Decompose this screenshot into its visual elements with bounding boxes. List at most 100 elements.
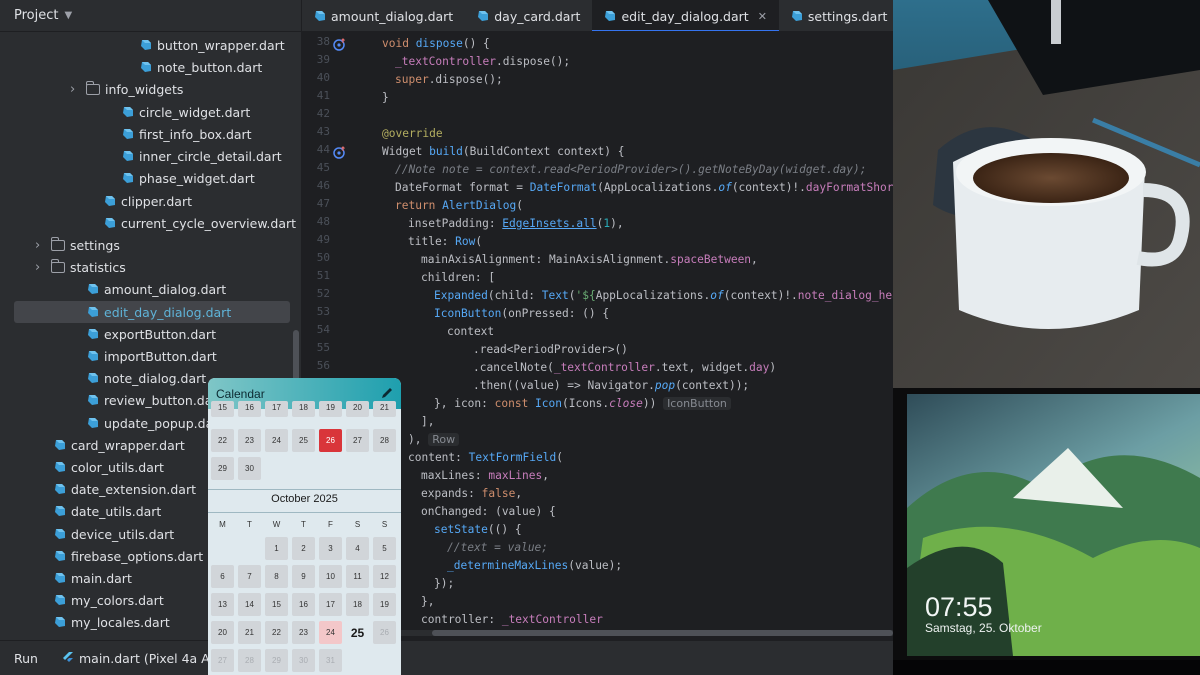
- calendar-day[interactable]: 18: [292, 401, 315, 417]
- tree-file-item[interactable]: device_utils.dart: [54, 523, 174, 545]
- calendar-day[interactable]: 24: [319, 621, 342, 644]
- calendar-day[interactable]: 17: [265, 401, 288, 417]
- tab-edit-day-dialog[interactable]: edit_day_dialog.dart ✕: [592, 0, 780, 31]
- calendar-day[interactable]: 22: [211, 429, 234, 452]
- tree-file-item[interactable]: edit_day_dialog.dart: [14, 301, 290, 323]
- edit-pencil-icon[interactable]: [381, 387, 393, 399]
- calendar-day[interactable]: 26: [319, 429, 342, 452]
- tree-file-item[interactable]: amount_dialog.dart: [87, 278, 226, 300]
- calendar-day[interactable]: 21: [373, 401, 396, 417]
- calendar-day[interactable]: 18: [346, 593, 369, 616]
- calendar-day[interactable]: 9: [292, 565, 315, 588]
- calendar-day[interactable]: 27: [346, 429, 369, 452]
- chevron-right-icon[interactable]: ›: [35, 260, 47, 275]
- run-tab[interactable]: Run: [0, 651, 62, 666]
- tree-file-item[interactable]: my_locales.dart: [54, 611, 170, 633]
- calendar-day[interactable]: 27: [211, 649, 234, 672]
- calendar-day[interactable]: 12: [373, 565, 396, 588]
- calendar-day[interactable]: 23: [238, 429, 261, 452]
- tree-file-item[interactable]: current_cycle_overview.dart: [104, 212, 296, 234]
- calendar-day[interactable]: 22: [265, 621, 288, 644]
- tree-file-item[interactable]: phase_widget.dart: [122, 167, 255, 189]
- calendar-day[interactable]: 25: [346, 621, 369, 644]
- tree-file-item[interactable]: date_extension.dart: [54, 478, 196, 500]
- tab-amount-dialog[interactable]: amount_dialog.dart: [302, 0, 465, 31]
- tree-file-item[interactable]: circle_widget.dart: [122, 101, 250, 123]
- inlay-hint-row: Row: [428, 433, 460, 446]
- calendar-day[interactable]: 30: [238, 457, 261, 480]
- calendar-day[interactable]: 3: [319, 537, 342, 560]
- tree-file-item[interactable]: firebase_options.dart: [54, 545, 203, 567]
- calendar-day[interactable]: 2: [292, 537, 315, 560]
- tree-item-label: exportButton.dart: [104, 326, 216, 342]
- code-line: children: [: [421, 271, 496, 284]
- tab-settings[interactable]: settings.dart: [779, 0, 893, 31]
- tree-file-item[interactable]: update_popup.dart: [87, 412, 223, 434]
- tree-folder-item[interactable]: › info_widgets: [70, 78, 183, 100]
- calendar-day[interactable]: 17: [319, 593, 342, 616]
- calendar-day[interactable]: 29: [211, 457, 234, 480]
- calendar-day[interactable]: 4: [346, 537, 369, 560]
- calendar-day[interactable]: 6: [211, 565, 234, 588]
- tree-folder-item[interactable]: › statistics: [35, 256, 126, 278]
- tree-file-item[interactable]: note_button.dart: [140, 56, 262, 78]
- calendar-day[interactable]: 24: [265, 429, 288, 452]
- calendar-day[interactable]: 14: [238, 593, 261, 616]
- tree-file-item[interactable]: main.dart: [54, 567, 132, 589]
- tree-file-item[interactable]: color_utils.dart: [54, 456, 164, 478]
- code-line: _textController.dispose();: [395, 55, 571, 68]
- calendar-day[interactable]: 11: [346, 565, 369, 588]
- calendar-day[interactable]: 21: [238, 621, 261, 644]
- calendar-day[interactable]: 10: [319, 565, 342, 588]
- chevron-right-icon[interactable]: ›: [35, 238, 47, 253]
- calendar-day[interactable]: 15: [265, 593, 288, 616]
- calendar-day[interactable]: 25: [292, 429, 315, 452]
- calendar-day[interactable]: 16: [238, 401, 261, 417]
- calendar-day[interactable]: 19: [373, 593, 396, 616]
- project-panel-header[interactable]: Project ▼: [0, 0, 301, 32]
- dart-file-icon: [122, 106, 134, 118]
- chevron-right-icon[interactable]: ›: [70, 82, 82, 97]
- calendar-day[interactable]: 20: [211, 621, 234, 644]
- calendar-day[interactable]: 23: [292, 621, 315, 644]
- calendar-day[interactable]: 5: [373, 537, 396, 560]
- calendar-day[interactable]: 20: [346, 401, 369, 417]
- chevron-down-icon[interactable]: ▼: [64, 10, 72, 21]
- dart-file-icon: [87, 328, 99, 340]
- calendar-day[interactable]: 28: [238, 649, 261, 672]
- code-line: //Note note = context.read<PeriodProvide…: [395, 163, 867, 176]
- tab-day-card[interactable]: day_card.dart: [465, 0, 592, 31]
- calendar-day[interactable]: 26: [373, 621, 396, 644]
- tree-file-item[interactable]: my_colors.dart: [54, 589, 164, 611]
- tree-file-item[interactable]: date_utils.dart: [54, 500, 161, 522]
- inlay-hint-iconbutton: IconButton: [663, 397, 731, 410]
- lockscreen-time: 07:55: [925, 592, 993, 622]
- tree-file-item[interactable]: exportButton.dart: [87, 323, 216, 345]
- calendar-day[interactable]: 19: [319, 401, 342, 417]
- calendar-day[interactable]: 15: [211, 401, 234, 417]
- run-config[interactable]: main.dart (Pixel 4a API: [62, 651, 221, 666]
- month-divider: [208, 489, 401, 490]
- close-icon[interactable]: ✕: [758, 10, 767, 23]
- calendar-day[interactable]: 1: [265, 537, 288, 560]
- tree-file-item[interactable]: first_info_box.dart: [122, 123, 252, 145]
- tree-item-label: update_popup.dart: [104, 415, 224, 431]
- tree-file-item[interactable]: review_button.dart: [87, 389, 222, 411]
- tree-file-item[interactable]: button_wrapper.dart: [140, 34, 285, 56]
- calendar-day[interactable]: 28: [373, 429, 396, 452]
- tab-label: amount_dialog.dart: [331, 8, 454, 24]
- calendar-day[interactable]: 31: [319, 649, 342, 672]
- calendar-day[interactable]: 16: [292, 593, 315, 616]
- tree-file-item[interactable]: note_dialog.dart: [87, 367, 206, 389]
- tree-file-item[interactable]: importButton.dart: [87, 345, 217, 367]
- calendar-day[interactable]: 8: [265, 565, 288, 588]
- calendar-day[interactable]: 29: [265, 649, 288, 672]
- dart-file-icon: [54, 483, 66, 495]
- calendar-day[interactable]: 13: [211, 593, 234, 616]
- tree-folder-item[interactable]: › settings: [35, 234, 120, 256]
- tree-file-item[interactable]: inner_circle_detail.dart: [122, 145, 282, 167]
- tree-file-item[interactable]: card_wrapper.dart: [54, 434, 185, 456]
- calendar-day[interactable]: 7: [238, 565, 261, 588]
- calendar-day[interactable]: 30: [292, 649, 315, 672]
- tree-file-item[interactable]: clipper.dart: [104, 190, 192, 212]
